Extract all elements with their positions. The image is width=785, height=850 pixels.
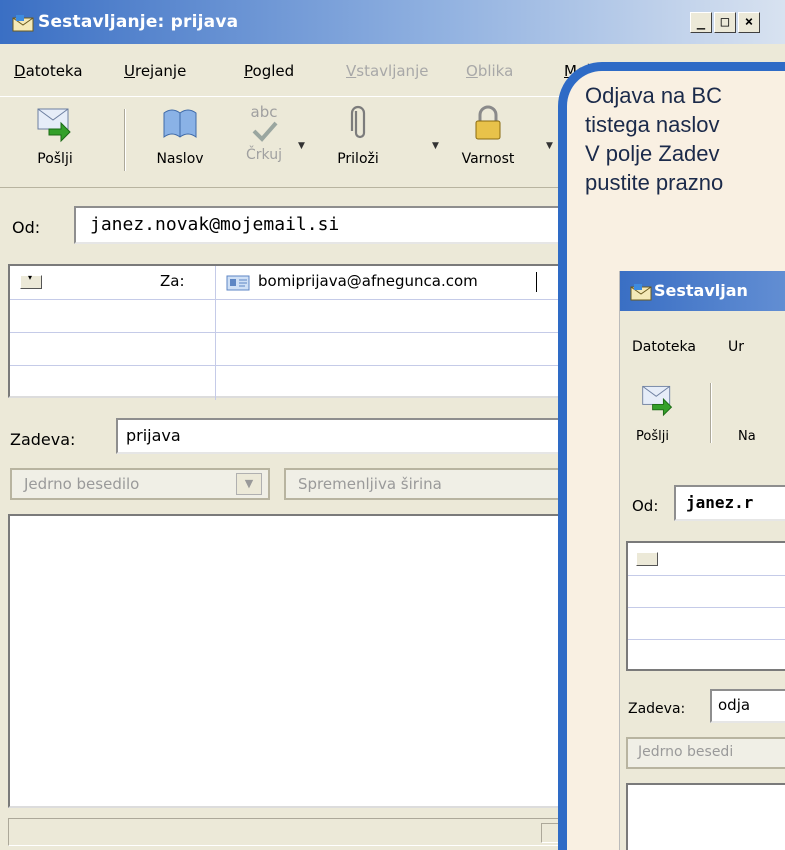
- callout-line: tistega naslov: [585, 112, 720, 137]
- recipient-type-dropdown: [636, 552, 658, 566]
- title-bar[interactable]: Sestavljanje: prijava _ □ ×: [0, 0, 785, 44]
- inset-body-format-value: Jedrno besedi: [638, 744, 734, 760]
- send-button[interactable]: Pošlji: [20, 103, 90, 167]
- inset-compose-window: Sestavljan Datoteka Ur Pošlji Na Od: jan…: [619, 271, 785, 850]
- spellcheck-button[interactable]: abc Črkuj: [234, 103, 294, 163]
- send-icon: [37, 108, 71, 143]
- security-dropdown-icon[interactable]: ▼: [546, 141, 553, 151]
- inset-body-format-select: Jedrno besedi: [626, 737, 785, 769]
- menu-insert[interactable]: Vstavljanje: [346, 62, 428, 80]
- from-value: janez.novak@mojemail.si: [90, 214, 340, 235]
- inset-subject-field: odja: [710, 689, 785, 723]
- menu-format[interactable]: Oblika: [466, 62, 513, 80]
- checkmark-icon: [252, 121, 278, 142]
- send-icon: [642, 385, 673, 417]
- callout-line: V polje Zadev: [585, 141, 720, 166]
- inset-title: Sestavljan: [654, 281, 748, 300]
- security-button[interactable]: Varnost: [446, 103, 530, 167]
- inset-recipient-list: [626, 541, 785, 671]
- paperclip-icon: [350, 105, 366, 139]
- subject-label: Zadeva:: [10, 430, 76, 449]
- attach-dropdown-icon[interactable]: ▼: [432, 141, 439, 151]
- status-bar: [8, 818, 578, 846]
- text-cursor: [536, 272, 537, 292]
- recipient-row[interactable]: [10, 333, 580, 365]
- recipient-row-divider: [628, 575, 785, 576]
- inset-from-label: Od:: [632, 497, 659, 515]
- recipient-type-dropdown[interactable]: ▾: [20, 273, 42, 289]
- inset-send-label: Pošlji: [636, 429, 669, 444]
- toolbar-separator: [124, 109, 126, 171]
- maximize-button[interactable]: □: [714, 12, 736, 33]
- from-label: Od:: [12, 218, 41, 237]
- inset-message-body: [626, 783, 785, 850]
- contact-card-icon: [226, 275, 250, 291]
- inset-menu-file: Datoteka: [632, 339, 696, 355]
- envelope-app-icon: [12, 15, 34, 32]
- instruction-callout: Odjava na BC tistega naslov V polje Zade…: [558, 62, 785, 850]
- recipient-row-divider: [628, 639, 785, 640]
- subject-value: prijava: [126, 426, 181, 445]
- inset-from-field: janez.r: [674, 485, 785, 521]
- font-select[interactable]: Spremenljiva širina: [284, 468, 584, 500]
- inset-address-label: Na: [738, 429, 756, 444]
- format-bar: Jedrno besedilo ▼ Spremenljiva širina: [8, 466, 584, 502]
- menu-file[interactable]: Datoteka: [14, 62, 83, 80]
- recipient-list: ▾ Za: bomiprijava@afnegunca.com: [8, 264, 580, 400]
- window-title: Sestavljanje: prijava: [38, 12, 239, 32]
- toolbar-separator: [710, 383, 712, 443]
- send-label: Pošlji: [37, 151, 73, 167]
- body-format-value: Jedrno besedilo: [24, 475, 140, 493]
- address-book-icon: [163, 109, 197, 138]
- envelope-app-icon: [630, 284, 652, 301]
- subject-field[interactable]: prijava: [116, 418, 586, 454]
- compose-window: Sestavljanje: prijava _ □ × Datoteka Ure…: [0, 0, 785, 850]
- lock-icon: [475, 105, 501, 140]
- address-book-button[interactable]: Naslov: [140, 103, 220, 167]
- message-body[interactable]: [8, 514, 578, 808]
- from-field[interactable]: janez.novak@mojemail.si: [74, 206, 584, 244]
- callout-line: pustite prazno: [585, 170, 724, 195]
- inset-title-bar: Sestavljan: [620, 271, 785, 311]
- inset-from-value: janez.r: [686, 493, 754, 512]
- spellcheck-label: Črkuj: [246, 147, 282, 163]
- dropdown-arrow-icon: ▾: [28, 273, 33, 282]
- security-label: Varnost: [461, 151, 515, 167]
- inset-menu-edit: Ur: [728, 339, 745, 355]
- recipient-row[interactable]: [10, 366, 580, 398]
- spellcheck-abc: abc: [250, 103, 278, 121]
- attach-label: Priloži: [337, 151, 379, 167]
- recipient-row[interactable]: [10, 300, 580, 332]
- spellcheck-dropdown-icon[interactable]: ▼: [298, 141, 305, 151]
- close-button[interactable]: ×: [738, 12, 760, 33]
- inset-subject-label: Zadeva:: [628, 701, 686, 717]
- recipient-row-divider: [628, 607, 785, 608]
- inset-subject-value: odja: [718, 696, 751, 714]
- menu-edit[interactable]: Urejanje: [124, 62, 186, 80]
- callout-text: Odjava na BC tistega naslov V polje Zade…: [585, 81, 723, 197]
- recipient-row[interactable]: ▾ Za: bomiprijava@afnegunca.com: [10, 266, 580, 299]
- address-book-label: Naslov: [156, 151, 204, 167]
- callout-line: Odjava na BC: [585, 83, 722, 108]
- body-format-select[interactable]: Jedrno besedilo ▼: [10, 468, 270, 500]
- attach-button[interactable]: Priloži: [320, 103, 396, 167]
- chevron-down-icon[interactable]: ▼: [236, 473, 262, 495]
- minimize-button[interactable]: _: [690, 12, 712, 33]
- menu-view[interactable]: Pogled: [244, 62, 294, 80]
- font-value: Spremenljiva širina: [298, 475, 442, 493]
- recipient-type: Za:: [160, 272, 185, 290]
- recipient-address[interactable]: bomiprijava@afnegunca.com: [258, 272, 478, 290]
